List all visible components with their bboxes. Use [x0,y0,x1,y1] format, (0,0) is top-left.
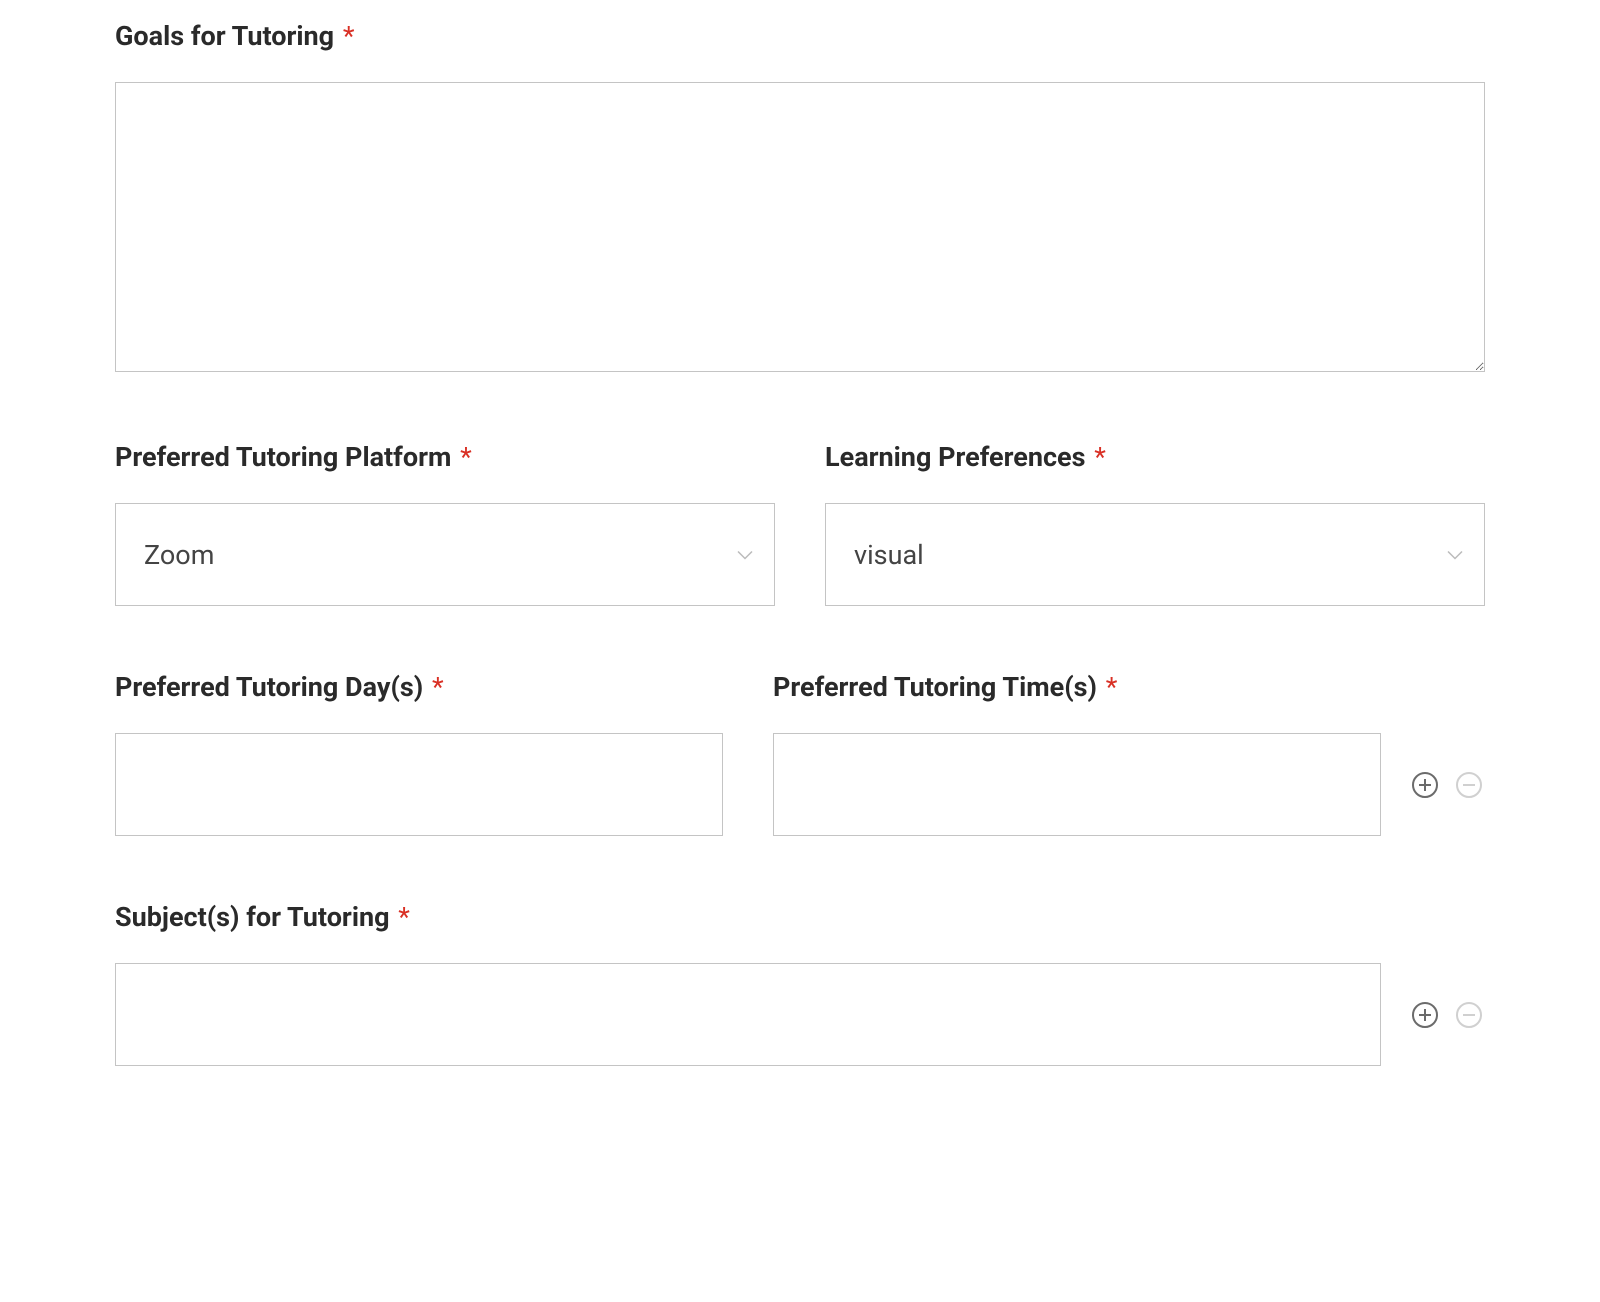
required-marker: * [398,901,410,933]
required-marker: * [460,441,472,473]
times-label: Preferred Tutoring Time(s) * [773,671,1381,703]
remove-row-button[interactable] [1453,769,1485,801]
goals-label-text: Goals for Tutoring [115,20,334,52]
minus-circle-icon [1455,771,1483,799]
remove-row-button[interactable] [1453,999,1485,1031]
required-marker: * [432,671,444,703]
subjects-row [115,963,1485,1066]
minus-circle-icon [1455,1001,1483,1029]
required-marker: * [1094,441,1106,473]
subjects-input[interactable] [115,963,1381,1066]
platform-label-text: Preferred Tutoring Platform [115,441,451,473]
goals-textarea[interactable] [115,82,1485,372]
subjects-label: Subject(s) for Tutoring * [115,901,1485,933]
times-label-text: Preferred Tutoring Time(s) [773,671,1097,703]
goals-label: Goals for Tutoring * [115,20,1485,52]
platform-learning-row: Preferred Tutoring Platform * Zoom Learn… [115,441,1485,606]
daytime-group: Preferred Tutoring Day(s) * Preferred Tu… [115,671,1485,836]
required-marker: * [1106,671,1118,703]
learning-label: Learning Preferences * [825,441,1485,473]
learning-select[interactable]: visual [825,503,1485,606]
days-input[interactable] [115,733,723,836]
plus-circle-icon [1411,771,1439,799]
required-marker: * [343,20,355,52]
platform-label: Preferred Tutoring Platform * [115,441,775,473]
subjects-controls [1409,963,1485,1066]
platform-select-wrap: Zoom [115,503,775,606]
subjects-label-text: Subject(s) for Tutoring [115,901,390,933]
days-label: Preferred Tutoring Day(s) * [115,671,723,703]
daytime-controls [1409,733,1485,836]
platform-select[interactable]: Zoom [115,503,775,606]
learning-select-wrap: visual [825,503,1485,606]
goals-group: Goals for Tutoring * [115,20,1485,376]
plus-circle-icon [1411,1001,1439,1029]
platform-value: Zoom [144,539,214,571]
learning-value: visual [854,539,924,571]
add-row-button[interactable] [1409,769,1441,801]
times-input[interactable] [773,733,1381,836]
add-row-button[interactable] [1409,999,1441,1031]
subjects-group: Subject(s) for Tutoring * [115,901,1485,1066]
learning-label-text: Learning Preferences [825,441,1086,473]
learning-col: Learning Preferences * visual [825,441,1485,606]
days-label-text: Preferred Tutoring Day(s) [115,671,423,703]
platform-col: Preferred Tutoring Platform * Zoom [115,441,775,606]
